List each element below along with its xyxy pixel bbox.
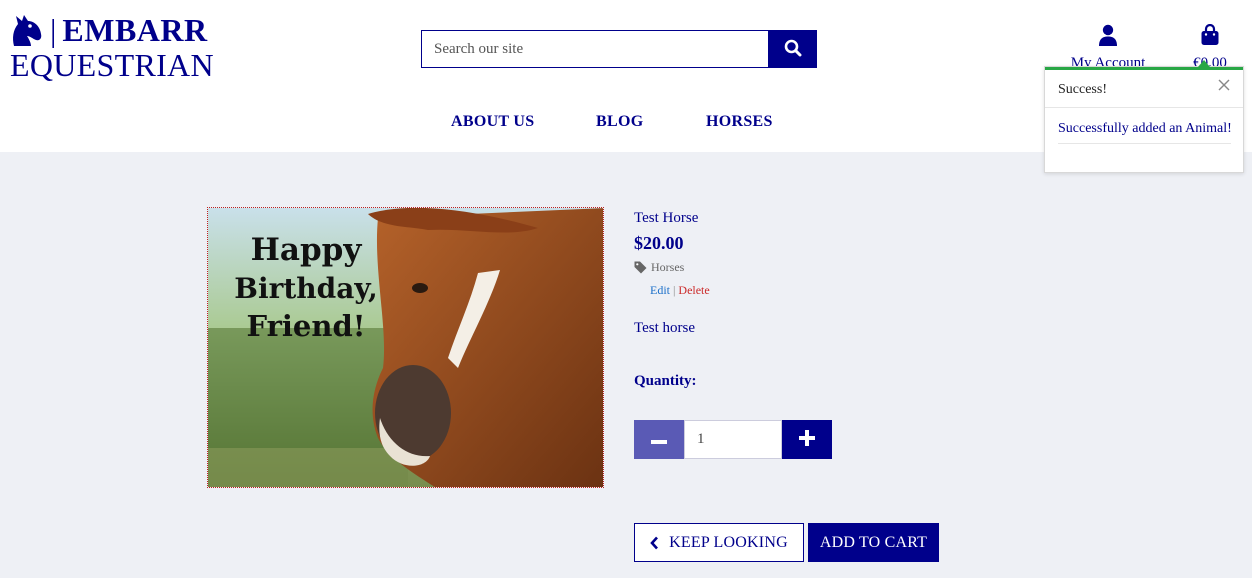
quantity-label: Quantity:: [634, 373, 697, 389]
toast-header: Success!: [1045, 70, 1243, 108]
logo-separator: |: [50, 12, 57, 48]
toast-arrow: [1198, 60, 1210, 67]
nav-item-about-us[interactable]: ABOUT US: [451, 113, 534, 131]
logo-title: EMBARR: [62, 12, 208, 48]
increment-button[interactable]: [782, 420, 832, 459]
site-logo[interactable]: | EMBARR EQUESTRIAN: [10, 10, 214, 82]
product-image: Happy Birthday, Friend!: [207, 207, 604, 488]
edit-link[interactable]: Edit: [650, 283, 670, 297]
chevron-left-icon: [650, 536, 659, 550]
product-admin-links: Edit | Delete: [650, 283, 710, 298]
product-details: Test Horse $20.00 Horses Edit | Delete T…: [634, 210, 710, 390]
keep-looking-label: KEEP LOOKING: [669, 533, 788, 551]
product-category: Horses: [651, 260, 685, 274]
minus-icon: [651, 432, 667, 447]
horse-head-icon: [10, 12, 44, 48]
success-toast: Success! Successfully added an Animal!: [1044, 60, 1244, 173]
shopping-bag-link[interactable]: €0.00: [1186, 23, 1234, 72]
product-description: Test horse: [634, 320, 696, 336]
product-category-link[interactable]: Horses: [634, 260, 710, 275]
nav-item-horses[interactable]: HORSES: [706, 113, 773, 131]
search-button[interactable]: [768, 30, 817, 68]
logo-subtitle: EQUESTRIAN: [10, 47, 214, 83]
product-name: Test Horse: [634, 210, 699, 226]
plus-icon: [799, 430, 815, 449]
shopping-bag-icon: [1200, 23, 1220, 50]
quantity-stepper: [634, 420, 832, 459]
search-form: [421, 30, 817, 68]
image-caption-line-1: Happy: [251, 232, 363, 268]
image-caption-line-3: Friend!: [247, 309, 366, 343]
admin-separator: |: [673, 283, 676, 297]
search-icon: [784, 39, 802, 60]
nav-item-blog[interactable]: BLOG: [596, 113, 643, 131]
add-to-cart-button[interactable]: ADD TO CART: [808, 523, 939, 562]
my-account-link[interactable]: My Account: [1064, 24, 1152, 72]
toast-title: Success!: [1058, 82, 1107, 97]
search-input[interactable]: [421, 30, 768, 68]
toast-message: Successfully added an Animal!: [1058, 121, 1232, 136]
image-caption-line-2: Birthday,: [234, 272, 377, 305]
product-price: $20.00: [634, 233, 684, 253]
decrement-button[interactable]: [634, 420, 684, 459]
delete-link[interactable]: Delete: [678, 283, 709, 297]
close-icon[interactable]: [1217, 78, 1231, 92]
toast-divider: [1058, 143, 1231, 144]
keep-looking-button[interactable]: KEEP LOOKING: [634, 523, 804, 562]
tag-icon: [634, 261, 647, 274]
quantity-input[interactable]: [684, 420, 782, 459]
user-icon: [1098, 24, 1118, 50]
